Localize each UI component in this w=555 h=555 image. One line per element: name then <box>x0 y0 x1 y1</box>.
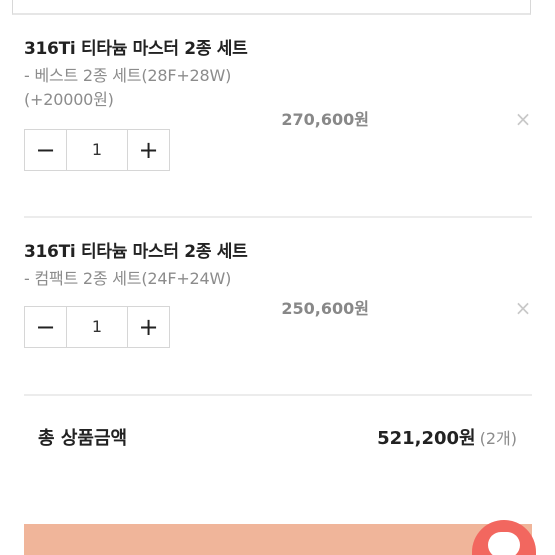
cart-item: 316Ti 티타늄 마스터 2종 세트 - 베스트 2종 세트(28F+28W)… <box>24 38 532 178</box>
item-title: 316Ti 티타늄 마스터 2종 세트 <box>24 242 248 262</box>
quantity-stepper: − 1 + <box>24 306 170 348</box>
decrease-quantity-button[interactable]: − <box>25 307 67 347</box>
item-price: 250,600원 <box>281 299 369 318</box>
increase-quantity-button[interactable]: + <box>127 307 169 347</box>
item-option-extra: (+20000원) <box>24 90 114 109</box>
cart-item: 316Ti 티타늄 마스터 2종 세트 - 컴팩트 2종 세트(24F+24W)… <box>24 241 532 351</box>
total-label: 총 상품금액 <box>38 428 128 449</box>
total-price: 521,200원 <box>377 428 476 449</box>
top-border <box>12 0 531 15</box>
quantity-stepper: − 1 + <box>24 129 170 171</box>
item-option: - 베스트 2종 세트(28F+28W) <box>24 66 232 85</box>
item-option: - 컴팩트 2종 세트(24F+24W) <box>24 269 232 288</box>
decrease-quantity-button[interactable]: − <box>25 130 67 170</box>
remove-item-button[interactable]: × <box>514 298 532 318</box>
item-price: 270,600원 <box>281 110 369 129</box>
quantity-value[interactable]: 1 <box>67 130 127 170</box>
total-summary: 총 상품금액 521,200원 (2개) <box>38 424 517 454</box>
chat-bubble-icon <box>488 532 520 555</box>
total-amount: 521,200원 (2개) <box>377 424 517 450</box>
quantity-value[interactable]: 1 <box>67 307 127 347</box>
item-title: 316Ti 티타늄 마스터 2종 세트 <box>24 39 248 59</box>
remove-item-button[interactable]: × <box>514 109 532 129</box>
divider <box>24 216 532 218</box>
total-count: (2개) <box>479 429 517 448</box>
increase-quantity-button[interactable]: + <box>127 130 169 170</box>
divider <box>24 394 532 396</box>
checkout-bar[interactable] <box>24 524 532 555</box>
